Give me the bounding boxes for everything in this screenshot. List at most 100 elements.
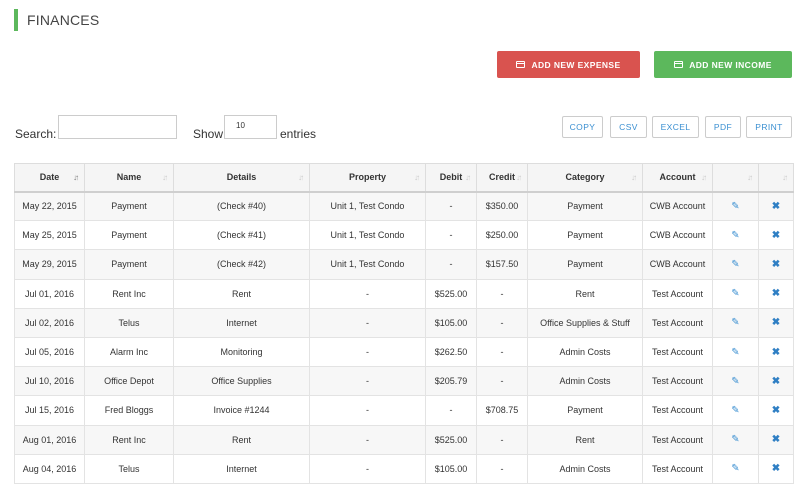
cell-delete: ✖ [758,336,794,368]
cell-details: Rent [173,278,310,309]
cell-property: Unit 1, Test Condo [309,220,426,251]
cell-category: Office Supplies & Stuff [527,307,643,338]
table-row: May 22, 2015 Payment (Check #40) Unit 1, Te… [14,190,794,222]
delete-icon[interactable]: ✖ [772,288,780,299]
entries-label: entries [280,127,317,141]
pdf-button[interactable]: PDF [705,116,741,138]
excel-button[interactable]: EXCEL [652,116,699,138]
edit-icon[interactable]: ✎ [731,376,739,387]
cell-edit: ✎ [712,453,759,484]
cell-edit: ✎ [712,220,759,251]
cell-date: Jul 01, 2016 [14,278,85,309]
table-row: Aug 04, 2016 Telus Internet - $105.00- Admin … [14,453,794,484]
column-label: Details [226,172,257,183]
cell-delete: ✖ [758,366,794,397]
edit-icon[interactable]: ✎ [731,347,739,358]
cell-credit: - [476,307,528,338]
column-header-delete[interactable]: ↓↑ [758,163,794,193]
cell-name: Telus [84,453,174,484]
column-header-date[interactable]: Date ↓↑ [14,163,85,193]
sort-icon: ↓↑ [747,173,753,182]
delete-icon[interactable]: ✖ [772,201,780,212]
cell-credit: $708.75 [476,395,528,426]
cell-property: - [309,278,426,309]
delete-icon[interactable]: ✖ [772,376,780,387]
edit-icon[interactable]: ✎ [731,201,739,212]
cell-delete: ✖ [758,190,794,222]
cell-edit: ✎ [712,395,759,426]
cell-debit: $105.00 [425,453,477,484]
delete-icon[interactable]: ✖ [772,347,780,358]
column-header-edit[interactable]: ↓↑ [712,163,759,193]
cell-category: Rent [527,424,643,455]
column-header-credit[interactable]: Credit ↓↑ [476,163,528,193]
edit-icon[interactable]: ✎ [731,317,739,328]
column-label: Name [116,172,142,183]
column-header-property[interactable]: Property ↓↑ [309,163,426,193]
column-label: Category [565,172,605,183]
edit-icon[interactable]: ✎ [731,230,739,241]
copy-button[interactable]: COPY [562,116,603,138]
edit-icon[interactable]: ✎ [731,434,739,445]
column-header-details[interactable]: Details ↓↑ [173,163,310,193]
cell-edit: ✎ [712,424,759,455]
add-new-income-button[interactable]: ADD NEW INCOME [654,51,792,78]
cell-account: Test Account [642,424,713,455]
csv-button[interactable]: CSV [610,116,647,138]
cell-debit: - [425,249,477,280]
cell-name: Rent Inc [84,424,174,455]
delete-icon[interactable]: ✖ [772,405,780,416]
add-new-expense-button[interactable]: ADD NEW EXPENSE [497,51,640,78]
entries-length-select[interactable]: 10 [224,115,277,139]
column-label: Credit [488,172,515,183]
edit-icon[interactable]: ✎ [731,259,739,270]
delete-icon[interactable]: ✖ [772,259,780,270]
cell-account: CWB Account [642,220,713,251]
column-header-name[interactable]: Name ↓↑ [84,163,174,193]
cell-account: Test Account [642,278,713,309]
cell-property: - [309,366,426,397]
cell-details: Monitoring [173,336,310,368]
cell-date: Aug 04, 2016 [14,453,85,484]
cell-category: Admin Costs [527,453,643,484]
delete-icon[interactable]: ✖ [772,463,780,474]
cell-category: Admin Costs [527,366,643,397]
delete-icon[interactable]: ✖ [772,317,780,328]
column-label: Date [39,172,60,183]
cell-delete: ✖ [758,395,794,426]
sort-icon: ↓↑ [162,173,168,182]
cell-delete: ✖ [758,220,794,251]
cell-date: Jul 15, 2016 [14,395,85,426]
cell-name: Payment [84,220,174,251]
print-button[interactable]: PRINT [746,116,792,138]
cell-edit: ✎ [712,190,759,222]
sort-icon: ↓↑ [465,173,471,182]
edit-icon[interactable]: ✎ [731,463,739,474]
edit-icon[interactable]: ✎ [731,288,739,299]
edit-icon[interactable]: ✎ [731,405,739,416]
cell-name: Telus [84,307,174,338]
cell-account: CWB Account [642,249,713,280]
column-header-debit[interactable]: Debit ↓↑ [425,163,477,193]
search-input[interactable] [58,115,177,139]
cell-name: Payment [84,190,174,222]
cell-account: Test Account [642,453,713,484]
column-header-account[interactable]: Account ↓↑ [642,163,713,193]
cell-credit: - [476,366,528,397]
credit-card-icon [516,61,526,68]
cell-edit: ✎ [712,278,759,309]
cell-debit: $262.50 [425,336,477,368]
cell-debit: - [425,395,477,426]
delete-icon[interactable]: ✖ [772,230,780,241]
cell-property: Unit 1, Test Condo [309,190,426,222]
cell-category: Rent [527,278,643,309]
cell-name: Rent Inc [84,278,174,309]
column-header-category[interactable]: Category ↓↑ [527,163,643,193]
cell-debit: $525.00 [425,278,477,309]
table-row: May 29, 2015 Payment (Check #42) Unit 1, Te… [14,249,794,280]
sort-icon: ↓↑ [631,173,637,182]
cell-credit: - [476,453,528,484]
delete-icon[interactable]: ✖ [772,434,780,445]
cell-account: Test Account [642,395,713,426]
cell-credit: $350.00 [476,190,528,222]
